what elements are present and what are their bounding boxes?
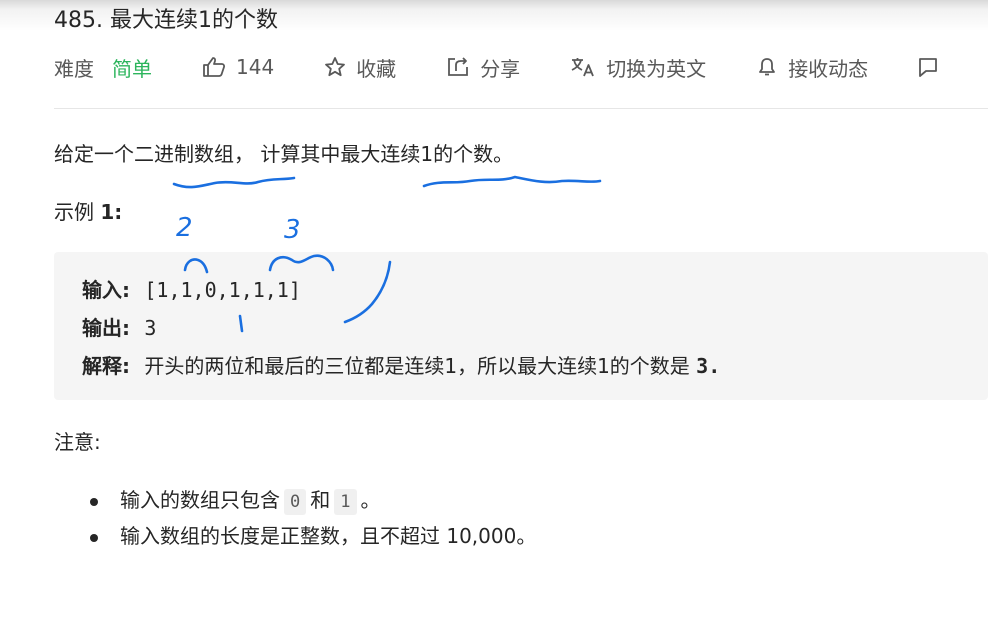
code-zero: 0 [284, 489, 307, 515]
list-item: 输入数组的长度是正整数，且不超过 10,000。 [90, 520, 537, 556]
subscribe-label: 接收动态 [788, 56, 869, 81]
like-count: 144 [236, 55, 275, 79]
note-1-mid: 和 [310, 488, 331, 512]
problem-description: 给定一个二进制数组， 计算其中最大连续1的个数。 [54, 142, 514, 166]
example-output-line: 输出: 3 [82, 312, 156, 341]
example-explain-line: 解释: 开头的两位和最后的三位都是连续1，所以最大连续1的个数是 3. [82, 350, 720, 379]
example-input-line: 输入: [1,1,0,1,1,1] [82, 274, 301, 303]
example-title-number: 1: [100, 200, 123, 224]
output-label: 输出: [82, 316, 130, 340]
note-1-suffix: 。 [360, 488, 381, 512]
notes-title: 注意: [54, 430, 101, 454]
notes-list: 输入的数组只包含 0 和 1。 输入数组的长度是正整数，且不超过 10,000。 [90, 484, 537, 556]
underline-binary-array [172, 176, 296, 189]
subscribe-button[interactable]: 接收动态 [756, 53, 868, 82]
output-value: 3 [144, 316, 157, 340]
favorite-label: 收藏 [356, 56, 397, 81]
difficulty-label: 难度 [54, 56, 94, 81]
thumbs-up-icon [203, 57, 226, 77]
underline-max-consecutive [422, 175, 602, 188]
meta-divider [54, 108, 988, 109]
example-code-block: 输入: [1,1,0,1,1,1] 输出: 3 解释: 开头的两位和最后的三位都… [54, 252, 988, 400]
switch-language-label: 切换为英文 [606, 56, 707, 81]
feedback-icon [919, 58, 938, 77]
share-icon [448, 57, 469, 76]
example-title-prefix: 示例 [54, 200, 101, 224]
note-1-prefix: 输入的数组只包含 [120, 488, 280, 512]
bell-icon [759, 58, 776, 76]
problem-meta-bar: 难度 简单 144 收藏 分享 切换为英文 接收动态 [54, 52, 948, 82]
problem-title: 485. 最大连续1的个数 [54, 8, 278, 33]
handwritten-3: 3 [284, 215, 301, 245]
explain-label: 解释: [82, 354, 130, 378]
code-one: 1 [334, 489, 357, 515]
note-1: 输入的数组只包含 0 和 1。 [120, 488, 381, 515]
note-2: 输入数组的长度是正整数，且不超过 10,000。 [120, 524, 537, 548]
example-title: 示例 1: [54, 196, 122, 225]
difficulty-value: 简单 [112, 56, 152, 81]
bullet-dot [90, 534, 98, 542]
favorite-button[interactable]: 收藏 [324, 53, 396, 82]
translate-icon [571, 58, 595, 77]
star-icon [325, 57, 346, 77]
input-value: [1,1,0,1,1,1] [144, 278, 301, 302]
share-label: 分享 [480, 56, 521, 81]
bullet-dot [90, 498, 98, 506]
explain-text: 开头的两位和最后的三位都是连续1，所以最大连续1的个数是 [144, 354, 697, 378]
handwritten-2: 2 [176, 213, 193, 243]
problem-page: 485. 最大连续1的个数 难度 简单 144 收藏 分享 切换为英文 接收动态… [0, 0, 988, 635]
feedback-button[interactable] [918, 56, 948, 78]
share-button[interactable]: 分享 [446, 53, 520, 82]
list-item: 输入的数组只包含 0 和 1。 [90, 484, 536, 520]
like-button[interactable]: 144 [202, 55, 274, 79]
input-label: 输入: [82, 278, 130, 302]
explain-value: 3. [696, 354, 721, 378]
switch-language-button[interactable]: 切换为英文 [570, 53, 706, 82]
